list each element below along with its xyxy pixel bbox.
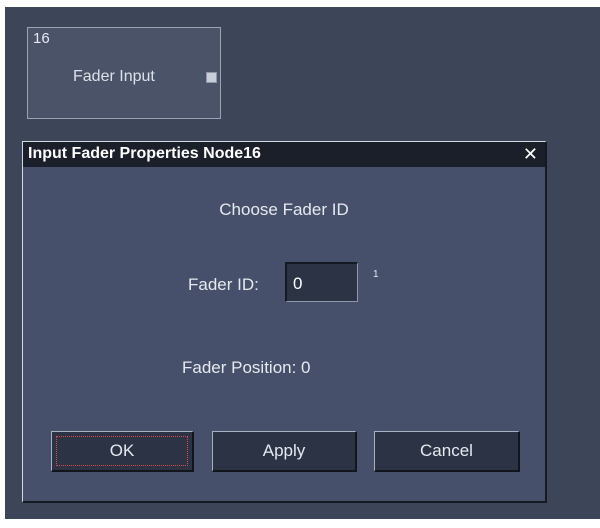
node-label: Fader Input <box>73 68 155 85</box>
cancel-button-label: Cancel <box>420 441 473 460</box>
fader-id-label: Fader ID: <box>188 275 259 294</box>
close-icon[interactable]: ✕ <box>523 144 538 164</box>
apply-button-label: Apply <box>262 441 306 460</box>
dialog-heading: Choose Fader ID <box>219 200 349 219</box>
dialog-title-bar[interactable]: Input Fader Properties Node16 ✕ <box>23 142 545 167</box>
cancel-button[interactable]: Cancel <box>374 431 520 472</box>
ok-button[interactable]: OK <box>51 431 194 472</box>
fader-input-node[interactable]: 16 Fader Input <box>27 27 221 119</box>
fader-properties-dialog: Input Fader Properties Node16 ✕ Choose F… <box>22 141 547 503</box>
dialog-title: Input Fader Properties Node16 <box>28 145 261 162</box>
focus-ring <box>56 436 188 466</box>
apply-button[interactable]: Apply <box>212 431 357 472</box>
fader-id-input[interactable]: 0 <box>285 262 358 302</box>
node-id: 16 <box>33 30 50 47</box>
fader-id-superscript: 1 <box>373 269 379 280</box>
fader-position-readout: Fader Position: 0 <box>182 358 311 377</box>
output-port-icon[interactable] <box>206 72 217 83</box>
